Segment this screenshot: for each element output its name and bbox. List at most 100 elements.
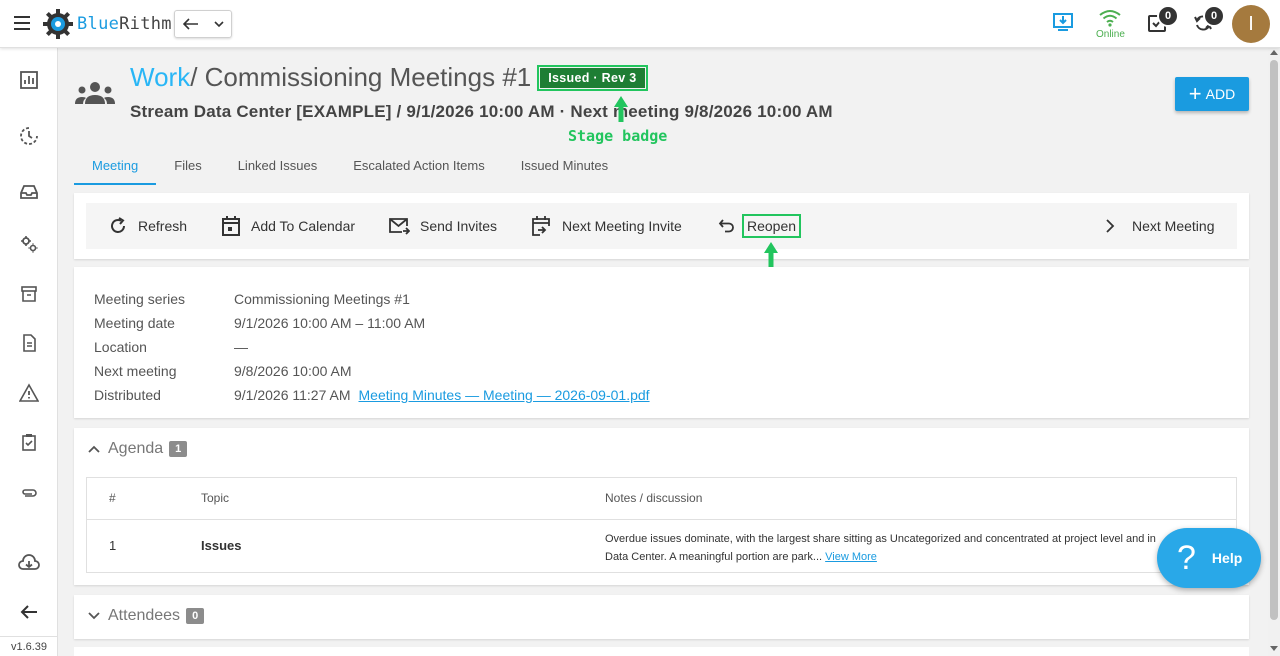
breadcrumb-work-link[interactable]: Work bbox=[130, 62, 190, 93]
agenda-section: Agenda 1 # Topic Notes / discussion 1 Is… bbox=[74, 428, 1249, 585]
agenda-row-notes: Overdue issues dominate, with the larges… bbox=[605, 530, 1205, 566]
wifi-icon bbox=[1099, 10, 1121, 27]
tab-bar: Meeting Files Linked Issues Escalated Ac… bbox=[74, 152, 626, 185]
notes-line: Overdue issues dominate, with the larges… bbox=[605, 533, 1156, 545]
help-label: Help bbox=[1211, 550, 1243, 566]
send-invites-button[interactable]: Send Invites bbox=[388, 203, 497, 249]
logo-text: BlueRithm bbox=[77, 14, 172, 34]
sidebar-item-documents[interactable] bbox=[18, 332, 40, 354]
agenda-count-badge: 1 bbox=[169, 441, 188, 457]
warning-icon bbox=[19, 383, 39, 402]
email-send-icon bbox=[389, 218, 410, 235]
detail-meeting-series: Meeting series Commissioning Meetings #1 bbox=[94, 291, 410, 307]
sidebar-item-checklists[interactable] bbox=[18, 431, 40, 453]
next-section-edge bbox=[74, 647, 1249, 656]
people-icon bbox=[75, 82, 115, 104]
agenda-title: Agenda bbox=[108, 440, 164, 457]
attendees-title: Attendees bbox=[108, 607, 181, 624]
column-header-number: # bbox=[109, 491, 116, 505]
tab-linked-issues[interactable]: Linked Issues bbox=[220, 152, 336, 185]
detail-label: Distributed bbox=[94, 387, 161, 403]
reopen-highlight: Reopen bbox=[742, 214, 802, 238]
help-button[interactable]: ? Help bbox=[1157, 528, 1261, 588]
next-meeting-button[interactable]: Next Meeting bbox=[1104, 203, 1214, 249]
scroll-up-icon[interactable] bbox=[1270, 50, 1278, 55]
reopen-button[interactable]: Reopen bbox=[718, 203, 802, 249]
tab-meeting[interactable]: Meeting bbox=[74, 152, 157, 185]
gear-logo-icon bbox=[43, 9, 73, 39]
add-button-label: ADD bbox=[1205, 86, 1236, 102]
sync-count-badge: 0 bbox=[1203, 5, 1225, 27]
tab-issued-minutes[interactable]: Issued Minutes bbox=[503, 152, 626, 185]
detail-location: Location — bbox=[94, 339, 248, 355]
refresh-icon bbox=[111, 217, 125, 233]
detail-value: 9/1/2026 10:00 AM – 11:00 AM bbox=[234, 315, 426, 331]
detail-label: Next meeting bbox=[94, 363, 177, 379]
sidebar-item-archive[interactable] bbox=[18, 283, 40, 305]
sidebar-item-settings[interactable] bbox=[18, 233, 40, 255]
sidebar-collapse[interactable] bbox=[18, 601, 40, 623]
calendar-icon bbox=[222, 216, 240, 236]
attendees-section: Attendees 0 bbox=[74, 595, 1249, 639]
inbox-icon bbox=[20, 185, 38, 199]
page-scrollbar[interactable] bbox=[1268, 48, 1280, 656]
scroll-down-icon[interactable] bbox=[1270, 646, 1278, 651]
next-meeting-invite-label: Next Meeting Invite bbox=[562, 218, 682, 234]
download-computer-icon[interactable] bbox=[1052, 11, 1074, 33]
sidebar-item-issues[interactable] bbox=[18, 382, 40, 404]
tab-files[interactable]: Files bbox=[156, 152, 219, 185]
sync-button[interactable]: 0 bbox=[1193, 5, 1225, 35]
back-arrow-icon[interactable] bbox=[182, 18, 199, 30]
detail-label: Location bbox=[94, 339, 147, 355]
history-nav bbox=[174, 10, 232, 38]
agenda-table: # Topic Notes / discussion 1 Issues Over… bbox=[86, 477, 1237, 573]
chevron-down-icon[interactable] bbox=[213, 20, 224, 28]
sidebar-item-schedule[interactable] bbox=[18, 125, 40, 147]
add-to-calendar-button[interactable]: Add To Calendar bbox=[221, 203, 355, 249]
tasks-count-badge: 0 bbox=[1157, 5, 1179, 27]
attendees-count-badge: 0 bbox=[186, 608, 205, 624]
stage-badge-annotation: Stage badge bbox=[568, 127, 668, 145]
sidebar-item-inbox[interactable] bbox=[18, 181, 40, 203]
add-to-calendar-label: Add To Calendar bbox=[251, 218, 356, 234]
sidebar-item-dashboard[interactable] bbox=[18, 69, 40, 91]
tasks-button[interactable]: 0 bbox=[1147, 5, 1179, 35]
meeting-toolbar: Refresh Add To Calendar Send Invites Nex… bbox=[86, 203, 1237, 249]
scroll-thumb[interactable] bbox=[1270, 60, 1278, 620]
question-mark-icon: ? bbox=[1177, 538, 1196, 577]
detail-value: Commissioning Meetings #1 bbox=[234, 291, 410, 307]
add-button[interactable]: + ADD bbox=[1175, 77, 1249, 111]
user-avatar[interactable]: I bbox=[1232, 5, 1270, 43]
next-meeting-invite-button[interactable]: Next Meeting Invite bbox=[530, 203, 682, 249]
detail-next-meeting: Next meeting 9/8/2026 10:00 AM bbox=[94, 363, 352, 379]
minutes-pdf-link[interactable]: Meeting Minutes — Meeting — 2026-09-01.p… bbox=[359, 387, 650, 403]
reopen-label: Reopen bbox=[747, 218, 797, 234]
chart-icon bbox=[20, 71, 38, 89]
chevron-right-icon bbox=[1106, 219, 1115, 233]
clock-progress-icon bbox=[20, 127, 38, 145]
chevron-up-icon bbox=[88, 445, 100, 453]
menu-icon[interactable] bbox=[14, 16, 30, 30]
table-divider bbox=[87, 519, 1236, 520]
view-more-link[interactable]: View More bbox=[825, 551, 877, 563]
column-header-notes: Notes / discussion bbox=[605, 491, 703, 505]
agenda-header[interactable]: Agenda 1 bbox=[88, 440, 188, 458]
arrow-left-icon bbox=[20, 605, 37, 619]
online-status: Online bbox=[1096, 29, 1125, 40]
sidebar-item-cloud-download[interactable] bbox=[18, 553, 40, 575]
agenda-row-number: 1 bbox=[109, 538, 117, 553]
notes-text: Data Center. A meaningful portion are pa… bbox=[605, 551, 823, 563]
send-invites-label: Send Invites bbox=[420, 218, 498, 234]
detail-distributed: Distributed 9/1/2026 11:27 AM Meeting Mi… bbox=[94, 387, 650, 403]
detail-value: — bbox=[234, 339, 248, 355]
sidebar-item-attachments[interactable] bbox=[18, 482, 40, 504]
attendees-header[interactable]: Attendees 0 bbox=[88, 607, 205, 625]
stage-badge-highlight: Issued · Rev 3 bbox=[537, 64, 648, 91]
document-icon bbox=[23, 334, 36, 352]
tab-escalated-action-items[interactable]: Escalated Action Items bbox=[335, 152, 503, 185]
clipboard-check-icon bbox=[22, 434, 36, 451]
page-title: Work / Commissioning Meetings #1 Issued … bbox=[130, 62, 648, 93]
refresh-button[interactable]: Refresh bbox=[108, 203, 187, 249]
app-logo[interactable]: BlueRithm bbox=[42, 8, 172, 40]
stage-badge: Issued · Rev 3 bbox=[540, 67, 645, 88]
